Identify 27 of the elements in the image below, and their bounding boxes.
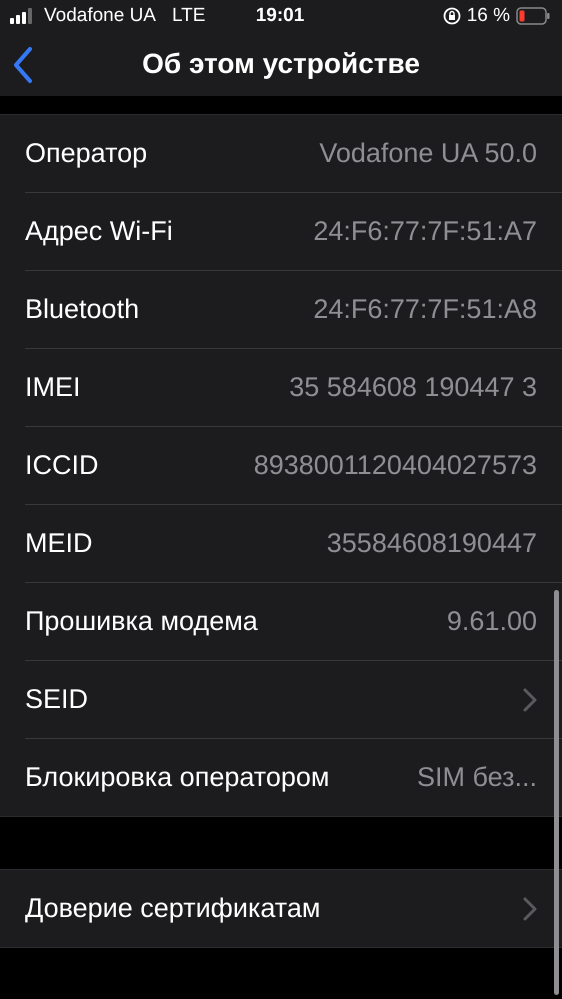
row-label: MEID xyxy=(25,528,92,559)
row-value: 24:F6:77:7F:51:A7 xyxy=(313,216,537,247)
row-label: Адрес Wi-Fi xyxy=(25,216,173,247)
network-type: LTE xyxy=(172,5,206,27)
row-value: Vodafone UA 50.0 xyxy=(319,138,537,169)
chevron-icon xyxy=(523,896,537,920)
chevron-icon xyxy=(523,688,537,712)
row-label: IMEI xyxy=(25,372,81,403)
row-label: Bluetooth xyxy=(25,294,140,325)
row-value: 8938001120404027573 xyxy=(254,450,537,481)
row-value: SIM без... xyxy=(417,762,537,793)
row-value: 35584608190447 xyxy=(326,528,537,559)
rotation-lock-icon xyxy=(442,7,461,25)
row-label: Оператор xyxy=(25,138,148,169)
row-label: ICCID xyxy=(25,450,98,481)
row-value: 24:F6:77:7F:51:A8 xyxy=(313,294,537,325)
row-label[interactable]: Доверие сертификатам xyxy=(25,893,320,924)
battery-icon xyxy=(516,7,550,25)
row-value: 35 584608 190447 3 xyxy=(289,372,537,403)
row-label: Прошивка модема xyxy=(25,606,258,637)
clock-time: 19:01 xyxy=(256,5,304,26)
row-label: Блокировка оператором xyxy=(25,762,330,793)
screen-title: Об этом устройстве xyxy=(142,48,420,80)
battery-percent: 16 % xyxy=(466,5,510,27)
row-label[interactable]: SEID xyxy=(25,684,88,715)
carrier-name: Vodafone UA xyxy=(44,5,156,27)
row-value: 9.61.00 xyxy=(446,606,537,637)
